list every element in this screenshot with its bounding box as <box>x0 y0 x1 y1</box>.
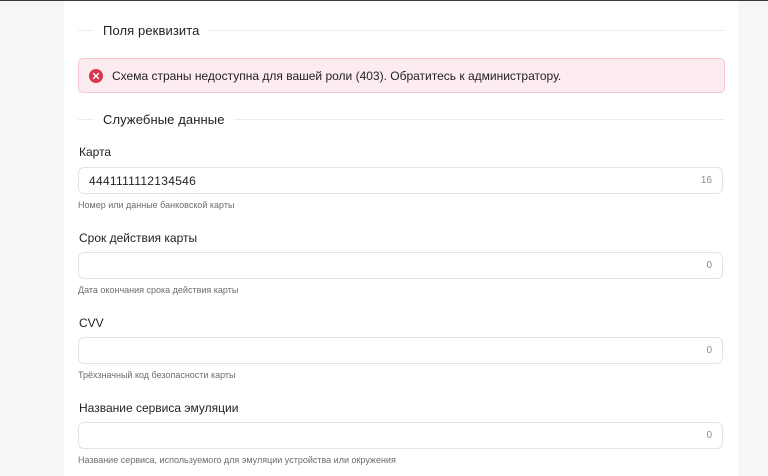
char-counter: 16 <box>700 175 712 186</box>
expiry-date-input[interactable]: 0 <box>78 252 723 279</box>
expiry-field-hint: Дата окончания срока действия карты <box>78 285 239 295</box>
cvv-field-label: CVV <box>79 316 104 330</box>
section-title: Поля реквизита <box>103 22 200 38</box>
card-number-value: 4441111112134546 <box>89 173 197 188</box>
error-circle-icon <box>89 68 103 83</box>
section-divider <box>233 118 725 120</box>
expiry-field-label: Срок действия карты <box>79 231 198 245</box>
card-field-hint: Номер или данные банковской карты <box>78 200 235 210</box>
card-number-input[interactable]: 4441111112134546 16 <box>78 167 723 194</box>
error-alert: Схема страны недоступна для вашей роли (… <box>78 58 725 93</box>
emulation-service-field-label: Название сервиса эмуляции <box>79 401 239 415</box>
card-field-label: Карта <box>79 145 112 159</box>
form-panel: Поля реквизита Схема страны недоступна д… <box>64 1 738 476</box>
section-header-requisite-fields: Поля реквизита <box>78 20 725 40</box>
section-divider <box>208 29 725 31</box>
section-header-service-data: Служебные данные <box>78 109 725 129</box>
cvv-field-hint: Трёхзначный код безопасности карты <box>78 370 236 380</box>
section-divider <box>78 118 94 120</box>
char-counter: 0 <box>706 430 712 441</box>
section-divider <box>78 29 94 31</box>
emulation-service-input[interactable]: 0 <box>78 422 723 449</box>
error-alert-text: Схема страны недоступна для вашей роли (… <box>112 68 562 83</box>
char-counter: 0 <box>706 345 712 356</box>
cvv-input[interactable]: 0 <box>78 337 723 364</box>
char-counter: 0 <box>706 260 712 271</box>
emulation-service-field-hint: Название сервиса, используемого для эмул… <box>78 455 396 465</box>
section-title: Служебные данные <box>103 111 225 127</box>
